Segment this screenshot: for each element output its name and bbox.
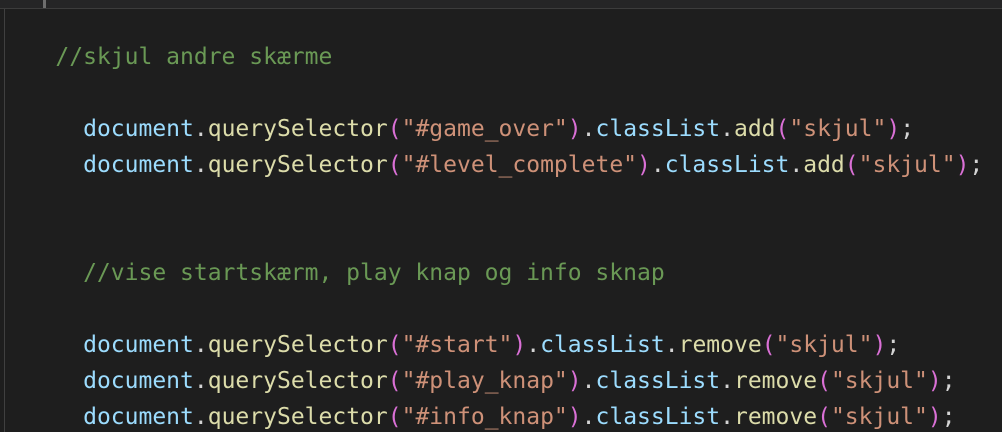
semicolon-token: ; bbox=[941, 404, 956, 430]
comment-text: //vise startskærm, play knap og info skn… bbox=[55, 260, 665, 286]
code-line-comment-1[interactable]: //skjul andre skærme bbox=[0, 12, 332, 70]
code-line-4[interactable]: document.querySelector("#start").classLi… bbox=[0, 300, 900, 358]
dot-token: . bbox=[193, 152, 208, 178]
string-token: "skjul" bbox=[830, 404, 928, 430]
code-line-1[interactable]: document.querySelector("#game_over").cla… bbox=[0, 84, 914, 142]
dot-token: . bbox=[720, 404, 734, 430]
code-editor[interactable]: //skjul andre skærme document.querySelec… bbox=[0, 0, 1002, 432]
string-token: "skjul" bbox=[858, 152, 956, 178]
action-token: remove bbox=[733, 404, 818, 430]
dot-token: . bbox=[581, 404, 596, 430]
close-paren: ) bbox=[955, 152, 970, 178]
comment-text: //skjul andre skærme bbox=[55, 44, 333, 70]
method-token: querySelector bbox=[207, 152, 388, 178]
dot-token: . bbox=[193, 404, 208, 430]
open-paren: ( bbox=[844, 152, 859, 178]
open-paren: ( bbox=[387, 152, 402, 178]
code-line-comment-2[interactable]: //vise startskærm, play knap og info skn… bbox=[0, 228, 665, 286]
method-token: querySelector bbox=[207, 404, 388, 430]
code-line-2[interactable]: document.querySelector("#level_complete"… bbox=[0, 120, 983, 178]
semicolon-token: ; bbox=[969, 152, 984, 178]
string-token: "#info_knap" bbox=[401, 404, 568, 430]
string-token: "#level_complete" bbox=[401, 152, 638, 178]
open-paren: ( bbox=[817, 404, 831, 430]
action-token: add bbox=[803, 152, 845, 178]
dot-token: . bbox=[650, 152, 665, 178]
object-token: document bbox=[83, 152, 194, 178]
property-token: classList bbox=[664, 152, 790, 178]
scroll-marker bbox=[43, 0, 46, 8]
code-line-5[interactable]: document.querySelector("#play_knap").cla… bbox=[0, 336, 956, 394]
property-token: classList bbox=[595, 404, 721, 430]
open-paren: ( bbox=[387, 404, 402, 430]
close-paren: ) bbox=[927, 404, 942, 430]
code-line-6[interactable]: document.querySelector("#info_knap").cla… bbox=[0, 372, 956, 430]
dot-token: . bbox=[789, 152, 804, 178]
close-paren: ) bbox=[567, 404, 582, 430]
object-token: document bbox=[83, 404, 194, 430]
editor-top-border bbox=[0, 0, 1002, 9]
close-paren: ) bbox=[637, 152, 651, 178]
